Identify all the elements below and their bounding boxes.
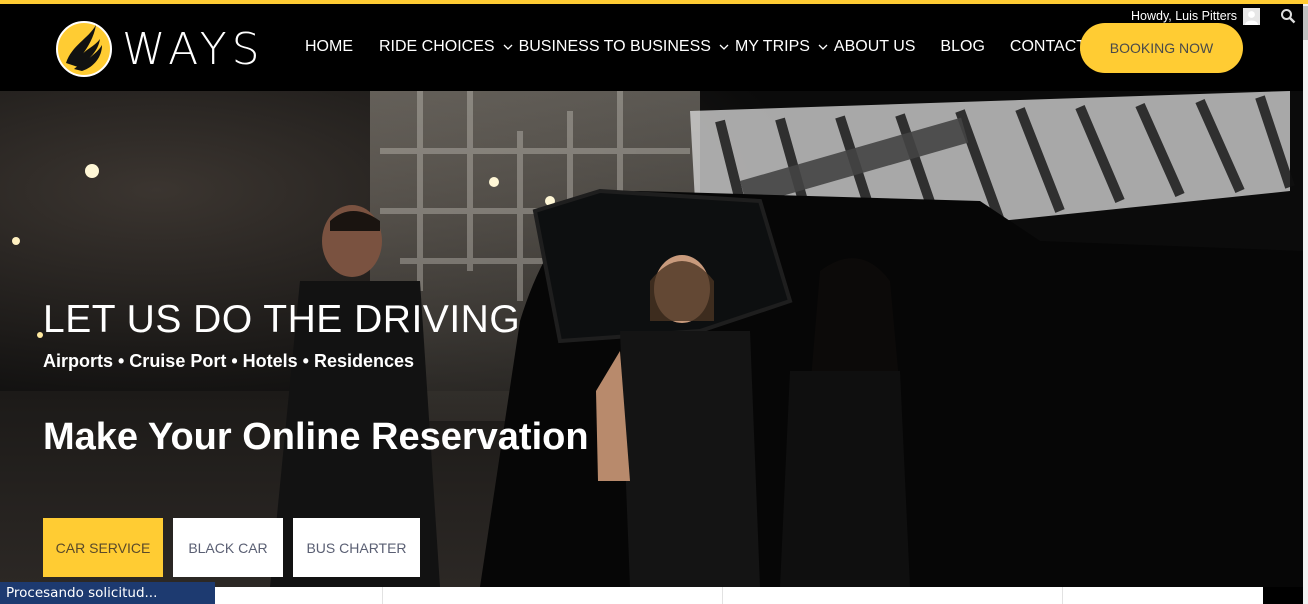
logo-flame-icon bbox=[56, 21, 112, 77]
nav-my-trips-label: MY TRIPS bbox=[734, 38, 810, 55]
booking-now-button[interactable]: BOOKING NOW bbox=[1080, 23, 1243, 73]
nav-about-us-label: ABOUT US bbox=[833, 38, 916, 55]
scrollbar-thumb[interactable] bbox=[1303, 6, 1308, 40]
form-field-divider bbox=[722, 587, 723, 604]
nav-my-trips[interactable]: MY TRIPS bbox=[735, 38, 828, 56]
avatar bbox=[1243, 7, 1261, 25]
nav-blog-label: BLOG bbox=[940, 38, 985, 55]
user-silhouette-icon bbox=[1243, 7, 1261, 25]
nav-home[interactable]: HOME bbox=[305, 38, 353, 56]
search-icon[interactable] bbox=[1280, 8, 1296, 24]
tab-bus-charter[interactable]: BUS CHARTER bbox=[293, 518, 420, 577]
browser-status-bar: Procesando solicitud... bbox=[0, 582, 215, 604]
nav-contact[interactable]: CONTACT bbox=[1010, 38, 1086, 56]
chevron-down-icon bbox=[503, 44, 513, 50]
service-tabs: CAR SERVICE BLACK CAR BUS CHARTER bbox=[43, 518, 430, 577]
logo-wordmark: WAYS bbox=[122, 23, 265, 75]
user-greeting[interactable]: Howdy, Luis Pitters bbox=[1131, 7, 1261, 25]
nav-blog[interactable]: BLOG bbox=[940, 38, 984, 56]
reservation-heading: Make Your Online Reservation bbox=[43, 416, 589, 458]
chevron-down-icon bbox=[719, 44, 729, 50]
hero-banner: LET US DO THE DRIVING Airports • Cruise … bbox=[0, 91, 1303, 587]
site-header: WAYS HOME RIDE CHOICES BUSINESS TO BUSIN… bbox=[0, 4, 1303, 91]
nav-business-to-business-label: BUSINESS TO BUSINESS bbox=[518, 38, 711, 55]
chevron-down-icon bbox=[818, 44, 828, 50]
tab-car-service[interactable]: CAR SERVICE bbox=[43, 518, 163, 577]
nav-about-us[interactable]: ABOUT US bbox=[834, 38, 916, 56]
main-nav: HOME RIDE CHOICES BUSINESS TO BUSINESS M… bbox=[305, 38, 1086, 56]
nav-ride-choices[interactable]: RIDE CHOICES bbox=[379, 38, 513, 56]
nav-ride-choices-label: RIDE CHOICES bbox=[379, 38, 495, 55]
page: WAYS HOME RIDE CHOICES BUSINESS TO BUSIN… bbox=[0, 0, 1308, 604]
hero-title: LET US DO THE DRIVING bbox=[43, 298, 521, 341]
hero-subtitle: Airports • Cruise Port • Hotels • Reside… bbox=[43, 351, 415, 371]
user-greeting-text: Howdy, Luis Pitters bbox=[1131, 9, 1238, 23]
nav-home-label: HOME bbox=[305, 38, 353, 55]
nav-business-to-business[interactable]: BUSINESS TO BUSINESS bbox=[519, 38, 729, 56]
page-scrollbar[interactable] bbox=[1303, 4, 1308, 604]
form-field-divider bbox=[382, 587, 383, 604]
site-logo[interactable]: WAYS bbox=[54, 18, 274, 80]
nav-contact-label: CONTACT bbox=[1009, 38, 1087, 55]
form-field-divider bbox=[1062, 587, 1063, 604]
tab-black-car[interactable]: BLACK CAR bbox=[173, 518, 283, 577]
